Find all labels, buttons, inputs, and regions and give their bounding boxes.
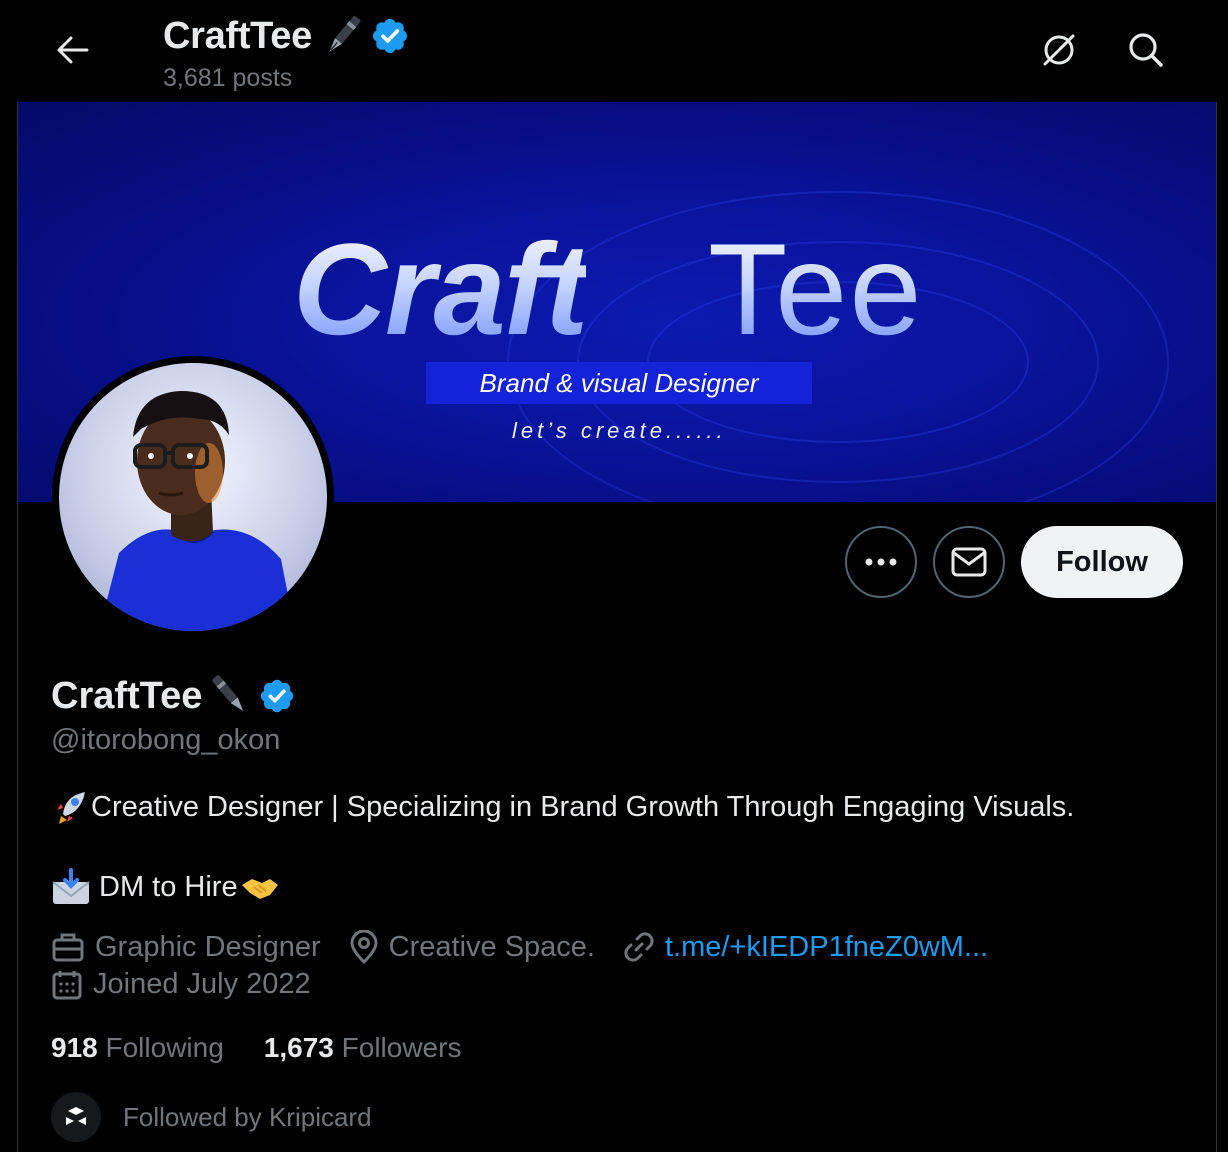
profession-label: Graphic Designer: [95, 930, 321, 963]
location-icon: [350, 930, 378, 964]
location-label: Creative Space.: [388, 930, 595, 963]
grok-button[interactable]: [1035, 26, 1083, 74]
following-label: Following: [105, 1032, 224, 1063]
followed-by-label: Followed by Kripicard: [123, 1101, 372, 1132]
profession: Graphic Designer: [51, 931, 321, 964]
followed-by[interactable]: Followed by Kripicard: [51, 1092, 372, 1142]
banner-tagline: Brand & visual Designer: [426, 362, 812, 404]
link-icon: [624, 932, 654, 962]
calendar-icon: [52, 970, 82, 999]
back-arrow-icon: [57, 36, 89, 64]
following-count: 918: [51, 1032, 98, 1063]
avatar-illustration: [59, 363, 327, 631]
follower-avatar: [51, 1092, 101, 1142]
profile-handle: @itorobong_okon: [51, 724, 281, 756]
message-button[interactable]: [933, 526, 1005, 598]
pen-emoji-icon: [212, 675, 244, 711]
profile-meta-row-2: Joined July 2022: [51, 968, 339, 1001]
followers-stat[interactable]: 1,673 Followers: [264, 1032, 462, 1064]
header-post-count: 3,681 posts: [163, 64, 293, 92]
search-icon: [1129, 33, 1163, 67]
kripicard-logo-icon: [66, 1107, 86, 1125]
more-button[interactable]: [845, 526, 917, 598]
rocket-emoji-icon: [57, 792, 85, 824]
pen-emoji-icon: [329, 15, 361, 52]
profile-meta-row-1: Graphic Designer Creative Space. t.me/+k…: [51, 930, 1016, 964]
website-link[interactable]: t.me/+kIEDP1fneZ0wM...: [665, 931, 988, 964]
profile-name: CraftTee: [51, 674, 203, 717]
location: Creative Space.: [349, 930, 595, 964]
bio-text-1: Creative Designer | Specializing in Bran…: [91, 790, 1075, 823]
banner-brand-light: Tee: [708, 216, 924, 362]
bio-text-2: DM to Hire: [99, 870, 238, 903]
follow-button[interactable]: Follow: [1021, 526, 1183, 598]
profile-display-name: CraftTee: [51, 672, 296, 720]
follow-stats: 918 Following 1,673 Followers: [51, 1032, 501, 1064]
inbox-emoji-icon: [52, 868, 90, 904]
followers-label: Followers: [341, 1032, 462, 1063]
bio-line-1: Creative Designer | Specializing in Bran…: [51, 788, 1074, 826]
more-icon: [865, 558, 897, 566]
grok-icon: [1043, 34, 1075, 66]
back-button[interactable]: [50, 28, 94, 72]
banner-brand-bold: Craft: [293, 216, 588, 362]
website[interactable]: t.me/+kIEDP1fneZ0wM...: [623, 931, 988, 964]
header-title: CraftTee: [163, 12, 410, 60]
profile-avatar[interactable]: [52, 356, 334, 638]
message-icon: [951, 547, 987, 577]
verified-badge-icon: [372, 18, 408, 54]
followers-count: 1,673: [263, 1032, 334, 1063]
join-date: Joined July 2022: [51, 968, 311, 1001]
handshake-emoji-icon: [241, 879, 278, 899]
banner-subline: let’s create......: [512, 418, 727, 443]
verified-badge-icon[interactable]: [258, 677, 296, 715]
top-bar: CraftTee 3,681 posts: [0, 0, 1228, 102]
bio-line-2: DM to Hire: [51, 868, 280, 906]
search-button[interactable]: [1122, 26, 1170, 74]
briefcase-icon: [52, 933, 84, 962]
following-stat[interactable]: 918 Following: [51, 1032, 224, 1064]
join-date-label: Joined July 2022: [93, 968, 311, 1000]
header-name: CraftTee: [163, 14, 312, 57]
